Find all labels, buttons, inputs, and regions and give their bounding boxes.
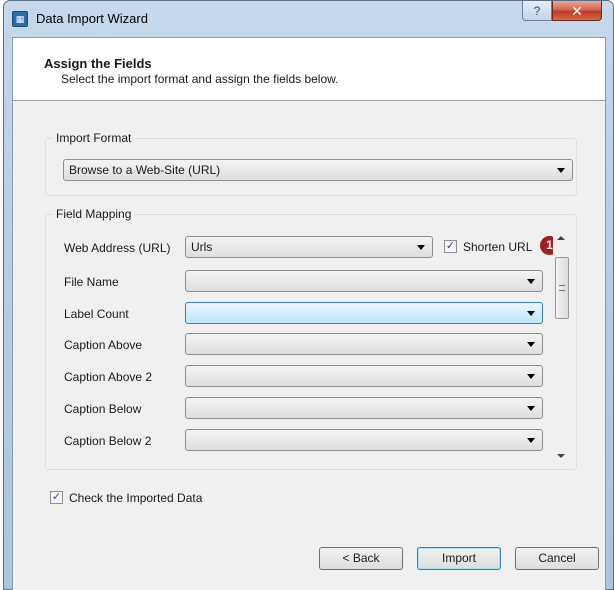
cancel-button[interactable]: Cancel [515,547,599,570]
dialog-body: Assign the Fields Select the import form… [12,37,606,590]
shorten-url-label[interactable]: Shorten URL [463,240,532,254]
chevron-down-icon [417,245,425,250]
caption-below-label: Caption Below [64,402,142,416]
chevron-down-icon [527,311,535,316]
chevron-down-icon [557,168,565,173]
dialog-window: ▦ Data Import Wizard ? ✕ Assign the Fiel… [3,0,614,590]
chevron-down-icon [527,406,535,411]
caption-above-select[interactable] [185,333,543,355]
shorten-url-checkbox[interactable]: ✓ [444,240,457,253]
title-bar[interactable]: ▦ Data Import Wizard ? ✕ [4,1,613,37]
page-title: Assign the Fields [44,56,152,71]
caption-below-select[interactable] [185,397,543,419]
chevron-down-icon [527,342,535,347]
check-imported-label[interactable]: Check the Imported Data [69,491,202,505]
scroll-down-arrow-icon[interactable] [557,454,565,458]
help-button[interactable]: ? [522,1,552,21]
caption-below-2-label: Caption Below 2 [64,434,152,448]
close-button[interactable]: ✕ [552,1,602,21]
back-button[interactable]: < Back [319,547,403,570]
import-format-value: Browse to a Web-Site (URL) [69,163,221,177]
web-address-label: Web Address (URL) [64,241,171,255]
wizard-header: Assign the Fields Select the import form… [13,38,605,101]
caption-above-2-label: Caption Above 2 [64,370,153,384]
caption-above-2-select[interactable] [185,365,543,387]
import-button[interactable]: Import [417,547,501,570]
file-name-select[interactable] [185,270,543,292]
label-count-label: Label Count [64,307,129,321]
window-title: Data Import Wizard [36,11,148,26]
scroll-thumb[interactable] [555,257,569,319]
field-mapping-label: Field Mapping [53,207,135,221]
check-imported-checkbox[interactable]: ✓ [50,491,63,504]
page-subtitle: Select the import format and assign the … [61,72,339,86]
web-address-value: Urls [191,240,213,254]
caption-below-2-select[interactable] [185,429,543,451]
import-format-label: Import Format [53,131,135,145]
app-icon: ▦ [12,11,28,27]
grip-icon [559,285,565,291]
import-format-group: Import Format Browse to a Web-Site (URL) [45,131,577,196]
chevron-down-icon [527,279,535,284]
web-address-select[interactable]: Urls [185,236,433,258]
label-count-select[interactable] [185,302,543,324]
field-mapping-scrollbar[interactable] [553,230,570,466]
chevron-down-icon [527,438,535,443]
file-name-label: File Name [64,275,119,289]
import-format-select[interactable]: Browse to a Web-Site (URL) [63,159,573,181]
scroll-up-arrow-icon[interactable] [557,236,565,240]
caption-above-label: Caption Above [64,338,143,352]
chevron-down-icon [527,374,535,379]
